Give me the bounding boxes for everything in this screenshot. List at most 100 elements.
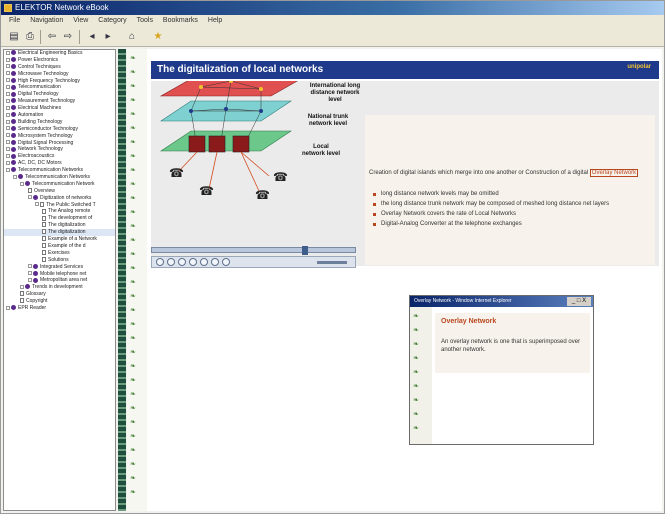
expand-icon[interactable] <box>6 78 10 83</box>
expand-icon[interactable] <box>6 112 10 117</box>
expand-icon[interactable] <box>6 64 10 69</box>
tree-item-selected[interactable]: The digitalization <box>4 229 115 237</box>
leaf-icon[interactable]: ❧ <box>130 363 141 371</box>
leaf-icon[interactable]: ❧ <box>130 55 141 63</box>
tree-item[interactable]: Telecommunication <box>4 84 115 91</box>
tree-item[interactable]: Network Technology <box>4 146 115 153</box>
tree-item[interactable]: Mobile telephone net <box>4 271 115 278</box>
menu-bookmarks[interactable]: Bookmarks <box>163 17 198 24</box>
leaf-icon[interactable]: ❧ <box>130 69 141 77</box>
tree-item[interactable]: Copyright <box>4 298 115 305</box>
expand-icon[interactable] <box>6 71 10 76</box>
expand-icon[interactable] <box>6 305 10 310</box>
collapse-icon[interactable] <box>13 174 17 179</box>
tree-item[interactable]: Digitization of networks <box>4 195 115 202</box>
tree-item[interactable]: Exercises <box>4 250 115 257</box>
play-icon[interactable] <box>178 258 186 266</box>
leaf-icon[interactable]: ❧ <box>130 237 141 245</box>
tree-item[interactable]: Semiconductor Technology <box>4 126 115 133</box>
tree-item[interactable]: Telecommunication Networks <box>4 167 115 174</box>
expand-icon[interactable] <box>6 98 10 103</box>
collapse-icon[interactable] <box>20 181 24 186</box>
tree-item[interactable]: Trends in development <box>4 284 115 291</box>
next-icon[interactable]: ▸ <box>101 30 115 44</box>
back-icon[interactable]: ⇦ <box>45 30 59 44</box>
stop-icon[interactable] <box>200 258 208 266</box>
expand-icon[interactable] <box>6 119 10 124</box>
home-icon[interactable]: ⌂ <box>125 30 139 44</box>
expand-icon[interactable] <box>28 264 32 269</box>
collapse-icon[interactable] <box>28 195 32 200</box>
tree-item[interactable]: Building Technology <box>4 119 115 126</box>
forward-icon[interactable]: ⇨ <box>61 30 75 44</box>
expand-icon[interactable] <box>6 50 10 55</box>
menu-view[interactable]: View <box>73 17 88 24</box>
tree-item[interactable]: Power Electronics <box>4 57 115 64</box>
leaf-icon[interactable]: ❧ <box>130 475 141 483</box>
leaf-icon[interactable]: ❧ <box>130 447 141 455</box>
fast-forward-icon[interactable] <box>222 258 230 266</box>
expand-icon[interactable] <box>6 105 10 110</box>
leaf-icon[interactable]: ❧ <box>130 209 141 217</box>
tree-item[interactable]: Microwave Technology <box>4 71 115 78</box>
expand-icon[interactable] <box>6 85 10 90</box>
tree-item[interactable]: Telecommunication Network <box>4 181 115 188</box>
tree-item[interactable]: High Frequency Technology <box>4 78 115 85</box>
leaf-icon[interactable]: ❧ <box>130 307 141 315</box>
tree-item[interactable]: Microsystem Technology <box>4 133 115 140</box>
tree-item[interactable]: Electroacoustics <box>4 153 115 160</box>
collapse-icon[interactable] <box>35 202 39 207</box>
leaf-icon[interactable]: ❧ <box>130 153 141 161</box>
leaf-icon[interactable]: ❧ <box>130 181 141 189</box>
tree-item[interactable]: Measurement Technology <box>4 98 115 105</box>
tree-item[interactable]: Integrated Services <box>4 264 115 271</box>
leaf-icon[interactable]: ❧ <box>130 279 141 287</box>
tree-item[interactable]: EPR Reader <box>4 305 115 312</box>
tree-item[interactable]: AC, DC, DC Motors <box>4 160 115 167</box>
pause-icon[interactable] <box>189 258 197 266</box>
leaf-icon[interactable]: ❧ <box>130 167 141 175</box>
leaf-icon[interactable]: ❧ <box>130 391 141 399</box>
leaf-icon[interactable]: ❧ <box>130 433 141 441</box>
tree-splitter[interactable] <box>118 49 126 511</box>
menu-tools[interactable]: Tools <box>137 17 153 24</box>
leaf-icon[interactable]: ❧ <box>130 461 141 469</box>
expand-icon[interactable] <box>6 57 10 62</box>
leaf-icon[interactable]: ❧ <box>130 349 141 357</box>
tree-item[interactable]: The Analog remote <box>4 208 115 215</box>
leaf-icon[interactable]: ❧ <box>130 195 141 203</box>
popup-title-bar[interactable]: Overlay Network - Window Internet Explor… <box>410 296 593 307</box>
step-back-icon[interactable] <box>167 258 175 266</box>
bookmark-icon[interactable]: ★ <box>151 30 165 44</box>
leaf-icon[interactable]: ❧ <box>130 223 141 231</box>
tree-item[interactable]: Metropolitan area net <box>4 277 115 284</box>
prev-icon[interactable]: ◂ <box>85 30 99 44</box>
tree-item[interactable]: Solutions <box>4 257 115 264</box>
tree-item[interactable]: The digitalization <box>4 222 115 229</box>
tree-item[interactable]: Glossary <box>4 291 115 298</box>
expand-icon[interactable] <box>6 154 10 159</box>
expand-icon[interactable] <box>6 133 10 138</box>
leaf-icon[interactable]: ❧ <box>130 405 141 413</box>
leaf-icon[interactable]: ❧ <box>130 321 141 329</box>
leaf-icon[interactable]: ❧ <box>130 83 141 91</box>
expand-icon[interactable] <box>6 160 10 165</box>
rewind-icon[interactable] <box>156 258 164 266</box>
contents-icon[interactable]: ▤ <box>7 30 21 44</box>
leaf-icon[interactable]: ❧ <box>130 139 141 147</box>
volume-slider[interactable] <box>317 261 347 264</box>
tree-item[interactable]: Electrical Machines <box>4 105 115 112</box>
tree-item[interactable]: Telecommunication Networks <box>4 174 115 181</box>
tree-item[interactable]: Overview <box>4 188 115 195</box>
contents-tree[interactable]: Electrical Engineering Basics Power Elec… <box>3 49 116 511</box>
tree-item[interactable]: Example of a Network <box>4 236 115 243</box>
expand-icon[interactable] <box>6 140 10 145</box>
leaf-icon[interactable]: ❧ <box>130 419 141 427</box>
leaf-icon[interactable]: ❧ <box>130 377 141 385</box>
leaf-icon[interactable]: ❧ <box>130 265 141 273</box>
overlay-network-link[interactable]: Overlay Network <box>589 169 639 177</box>
menu-help[interactable]: Help <box>208 17 222 24</box>
slider-thumb[interactable] <box>302 246 308 255</box>
menu-file[interactable]: File <box>9 17 20 24</box>
leaf-icon[interactable]: ❧ <box>130 489 141 497</box>
